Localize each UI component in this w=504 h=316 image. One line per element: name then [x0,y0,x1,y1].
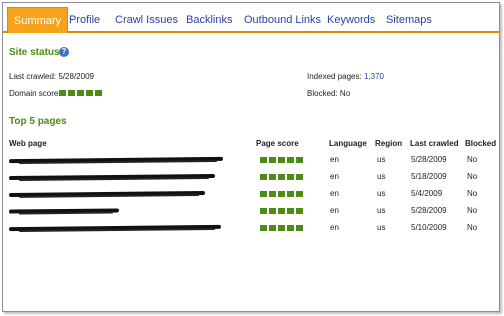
language-cell: en [330,155,339,164]
tab-bar: Summary Profile Crawl Issues Backlinks O… [3,3,499,33]
last-crawled-cell: 5/10/2009 [411,223,447,232]
tab-profile[interactable]: Profile [69,8,100,33]
table-row: en us 5/18/2009 No [3,171,499,188]
page-score-bars [260,191,303,197]
score-block [260,225,267,231]
score-block [269,191,276,197]
language-cell: en [330,223,339,232]
redacted-url[interactable] [8,190,206,198]
last-crawled-cell: 5/28/2009 [411,206,447,215]
last-crawled-value: 5/28/2009 [58,72,94,81]
score-block [269,208,276,214]
region-cell: us [377,172,386,181]
last-crawled-cell: 5/4/2009 [411,189,443,198]
col-blocked: Blocked [465,139,497,148]
tab-keywords[interactable]: Keywords [327,8,375,33]
redacted-url[interactable] [8,156,224,164]
page-score-bars [260,225,303,231]
score-block [260,208,267,214]
col-web-page: Web page [9,139,47,148]
blocked-cell: No [467,155,478,164]
page-score-bars [260,174,303,180]
domain-score-bars [59,90,102,96]
page-score-bars [260,157,303,163]
score-block [269,157,276,163]
score-block [287,225,294,231]
col-page-score: Page score [256,139,299,148]
region-cell: us [377,155,386,164]
region-cell: us [377,189,386,198]
score-block [269,225,276,231]
score-block [278,157,285,163]
domain-score-label: Domain score: [9,89,61,98]
score-block [287,174,294,180]
score-block [86,90,93,96]
score-block [59,90,66,96]
last-crawled-cell: 5/28/2009 [411,155,447,164]
score-block [296,225,303,231]
blocked-text: Blocked: No [307,89,350,98]
help-icon[interactable]: ? [59,47,69,57]
tab-backlinks[interactable]: Backlinks [186,8,232,33]
redacted-url[interactable] [8,224,222,232]
tab-sitemaps[interactable]: Sitemaps [386,8,432,33]
report-panel: Summary Profile Crawl Issues Backlinks O… [2,2,500,312]
score-block [278,208,285,214]
page-score-bars [260,208,303,214]
region-cell: us [377,206,386,215]
col-region: Region [375,139,403,148]
language-cell: en [330,189,339,198]
table-row: en us 5/28/2009 No [3,154,499,171]
table-row: en us 5/4/2009 No [3,188,499,205]
blocked-cell: No [467,223,478,232]
blocked-value: No [339,89,351,98]
last-crawled-cell: 5/18/2009 [411,172,447,181]
score-block [260,174,267,180]
score-block [260,191,267,197]
indexed-pages-link[interactable]: 1,370 [364,72,384,81]
score-block [287,157,294,163]
score-block [278,174,285,180]
score-block [296,191,303,197]
score-block [77,90,84,96]
indexed-pages-text: Indexed pages: 1,370 [307,72,384,81]
tab-outbound-links[interactable]: Outbound Links [244,8,321,33]
last-crawled-label: Last crawled: [9,72,57,81]
table-row: en us 5/28/2009 No [3,205,499,222]
tab-crawl-issues[interactable]: Crawl Issues [115,8,178,33]
score-block [68,90,75,96]
score-block [287,191,294,197]
blocked-cell: No [467,189,478,198]
indexed-pages-label: Indexed pages: [307,72,362,81]
score-block [95,90,102,96]
blocked-cell: No [467,206,478,215]
score-block [296,174,303,180]
score-block [287,208,294,214]
top-pages-heading: Top 5 pages [9,116,67,127]
score-block [278,225,285,231]
region-cell: us [377,223,386,232]
table-row: en us 5/10/2009 No [3,222,499,239]
last-crawled-text: Last crawled: 5/28/2009 [9,72,94,81]
score-block [269,174,276,180]
blocked-label: Blocked: [307,89,338,98]
score-block [260,157,267,163]
redacted-url[interactable] [8,208,120,214]
score-block [296,157,303,163]
score-block [296,208,303,214]
language-cell: en [330,172,339,181]
site-status-heading: Site status [9,47,60,58]
redacted-url[interactable] [8,173,216,181]
col-last-crawled: Last crawled [410,139,459,148]
score-block [278,191,285,197]
language-cell: en [330,206,339,215]
col-language: Language [329,139,367,148]
tab-summary[interactable]: Summary [7,7,69,33]
blocked-cell: No [467,172,478,181]
